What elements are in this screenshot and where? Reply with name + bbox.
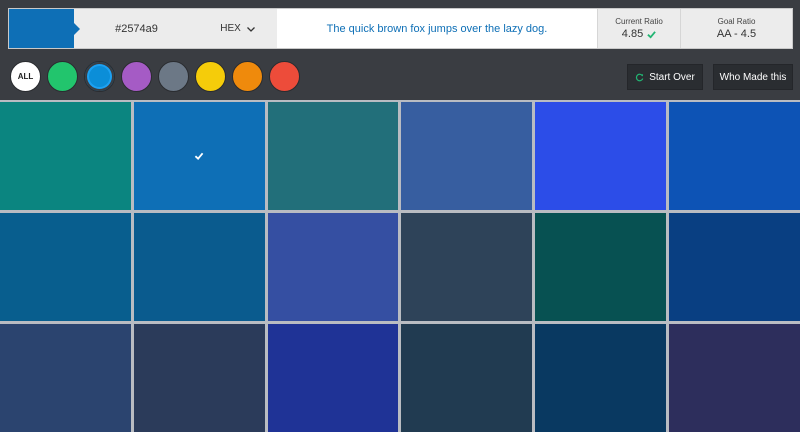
- goal-ratio-label: Goal Ratio: [717, 17, 756, 26]
- current-ratio-label: Current Ratio: [615, 17, 663, 26]
- filter-color-2[interactable]: [121, 61, 152, 92]
- hex-value-display[interactable]: #2574a9: [74, 9, 199, 48]
- color-swatch[interactable]: [0, 102, 131, 210]
- color-swatch[interactable]: [669, 102, 800, 210]
- refresh-icon: [636, 73, 644, 81]
- check-icon: [647, 30, 656, 39]
- start-over-label: Start Over: [649, 71, 695, 83]
- color-swatch[interactable]: [401, 102, 533, 210]
- color-swatch[interactable]: [133, 102, 265, 210]
- color-swatch[interactable]: [133, 324, 265, 432]
- color-toolbar: #2574a9 HEX The quick brown fox jumps ov…: [8, 8, 793, 49]
- color-swatch[interactable]: [669, 324, 800, 432]
- color-family-filters: ALL: [10, 61, 300, 92]
- color-swatch[interactable]: [535, 102, 667, 210]
- format-dropdown[interactable]: HEX: [199, 9, 277, 48]
- filter-color-0[interactable]: [47, 61, 78, 92]
- format-label: HEX: [220, 23, 241, 34]
- color-swatch-grid: [0, 100, 800, 432]
- filter-all[interactable]: ALL: [10, 61, 41, 92]
- color-swatch[interactable]: [133, 213, 265, 321]
- color-swatch[interactable]: [669, 213, 800, 321]
- sample-text: The quick brown fox jumps over the lazy …: [277, 9, 597, 48]
- color-swatch[interactable]: [535, 213, 667, 321]
- filter-color-5[interactable]: [232, 61, 263, 92]
- color-swatch[interactable]: [401, 324, 533, 432]
- filter-color-3[interactable]: [158, 61, 189, 92]
- selected-check-icon: [195, 152, 204, 161]
- color-swatch[interactable]: [0, 324, 131, 432]
- color-swatch[interactable]: [535, 324, 667, 432]
- color-swatch[interactable]: [401, 213, 533, 321]
- goal-ratio: Goal Ratio AA - 4.5: [680, 9, 792, 48]
- filter-color-6[interactable]: [269, 61, 300, 92]
- color-swatch[interactable]: [0, 213, 131, 321]
- color-swatch[interactable]: [267, 324, 399, 432]
- start-over-button[interactable]: Start Over: [627, 64, 703, 90]
- color-swatch[interactable]: [267, 213, 399, 321]
- current-ratio: Current Ratio 4.85: [597, 9, 680, 48]
- goal-ratio-value: AA - 4.5: [716, 28, 757, 40]
- filter-color-1[interactable]: [84, 61, 115, 92]
- current-ratio-value: 4.85: [621, 28, 644, 40]
- chevron-down-icon: [246, 26, 255, 32]
- color-swatch[interactable]: [267, 102, 399, 210]
- filter-color-4[interactable]: [195, 61, 226, 92]
- selected-color-preview: [9, 9, 80, 48]
- who-made-this-button[interactable]: Who Made this: [713, 64, 793, 90]
